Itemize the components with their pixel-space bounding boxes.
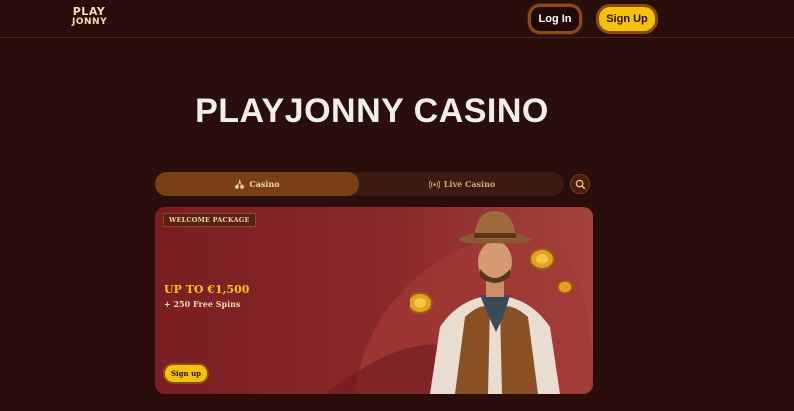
offer-amount: UP TO €1,500 [164, 283, 250, 296]
logo-line-2: JONNY [72, 17, 108, 27]
login-button[interactable]: Log In [528, 4, 582, 34]
broadcast-icon [428, 179, 440, 189]
cherries-icon [235, 179, 245, 189]
site-header: PLAY JONNY Log In Sign Up [0, 0, 794, 38]
tab-casino[interactable]: Casino [155, 172, 359, 196]
coin-icon [557, 280, 573, 294]
coin-icon [529, 248, 555, 270]
welcome-banner[interactable]: WELCOME PACKAGE UP TO €1,500 + 250 Free … [155, 207, 593, 394]
logo-line-1: PLAY [72, 5, 106, 18]
signup-button[interactable]: Sign Up [596, 4, 658, 34]
search-icon [575, 179, 585, 189]
cowboy-illustration [410, 211, 573, 394]
tab-live-casino[interactable]: Live Casino [360, 172, 564, 196]
coin-icon [410, 292, 433, 314]
welcome-package-badge: WELCOME PACKAGE [163, 213, 256, 227]
banner-signup-button[interactable]: Sign up [163, 363, 209, 384]
tab-casino-label: Casino [249, 179, 280, 189]
category-tabs: Casino Live Casino [155, 172, 564, 196]
search-button[interactable] [570, 174, 590, 194]
tab-live-casino-label: Live Casino [443, 179, 496, 189]
offer-free-spins: + 250 Free Spins [164, 299, 241, 309]
page-title: PLAYJONNY CASINO [195, 92, 549, 130]
playjonny-logo[interactable]: PLAY JONNY [72, 5, 108, 30]
